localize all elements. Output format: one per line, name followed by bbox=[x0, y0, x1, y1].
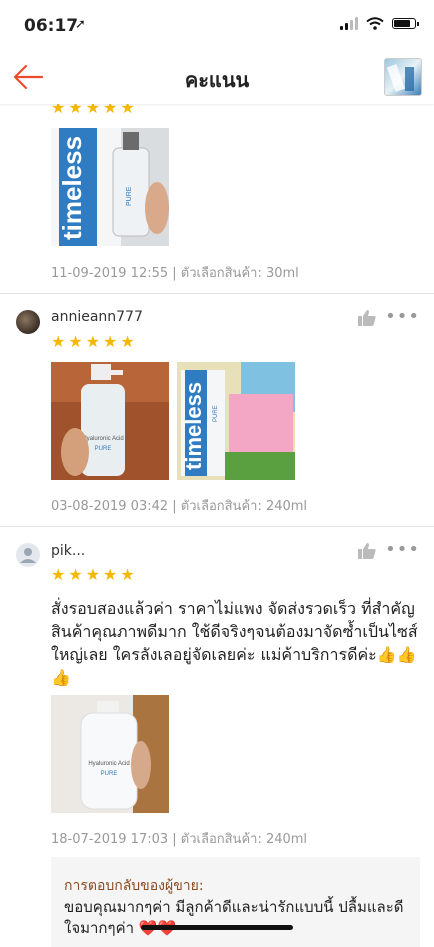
star-icon: ★ bbox=[51, 565, 66, 584]
reviewer-name[interactable]: pik... bbox=[51, 543, 85, 559]
star-icon: ★ bbox=[85, 332, 101, 351]
avatar[interactable] bbox=[16, 543, 40, 567]
photo-brand-text: timeless bbox=[181, 382, 206, 470]
rating-stars: ★ ★ ★ ★ ★ bbox=[51, 334, 135, 350]
seller-reply: การตอบกลับของผู้ขาย: ขอบคุณมากๆค่า มีลูก… bbox=[51, 857, 420, 947]
star-icon: ★ bbox=[68, 565, 83, 584]
status-icons bbox=[340, 17, 419, 30]
star-icon: ★ bbox=[103, 332, 118, 351]
reviewer-name[interactable]: annieann777 bbox=[51, 309, 143, 325]
review-photo[interactable]: Hyaluronic Acid PURE bbox=[51, 362, 169, 480]
star-icon: ★ bbox=[120, 332, 135, 351]
review-photo[interactable]: Hyaluronic Acid PURE bbox=[51, 695, 169, 813]
user-icon bbox=[20, 548, 36, 563]
product-thumbnail[interactable] bbox=[384, 58, 422, 96]
thumbs-up-icon[interactable] bbox=[358, 543, 376, 559]
divider bbox=[0, 293, 434, 294]
signal-icon bbox=[340, 17, 358, 30]
review-meta: 18-07-2019 17:03 | ตัวเลือกสินค้า: 240ml bbox=[51, 832, 308, 847]
photo-label-text: PURE bbox=[95, 446, 112, 452]
seller-reply-label: การตอบกลับของผู้ขาย: bbox=[64, 878, 204, 894]
more-options-icon[interactable]: ••• bbox=[385, 306, 420, 327]
status-bar: 06:17 ➚ bbox=[0, 0, 434, 50]
home-indicator[interactable] bbox=[141, 925, 293, 930]
rating-stars: ★ ★ ★ ★ ★ bbox=[51, 567, 135, 583]
battery-icon bbox=[392, 18, 419, 29]
wifi-icon bbox=[366, 17, 384, 30]
avatar[interactable] bbox=[16, 310, 40, 334]
review-meta: 11-09-2019 12:55 | ตัวเลือกสินค้า: 30ml bbox=[51, 266, 299, 281]
status-time: 06:17 bbox=[24, 16, 79, 36]
page-title: คะแนน bbox=[184, 68, 250, 92]
photo-label-text: Hyaluronic Acid bbox=[88, 761, 129, 767]
divider bbox=[0, 526, 434, 527]
star-icon: ★ bbox=[85, 565, 101, 584]
location-arrow-icon: ➚ bbox=[75, 17, 86, 32]
star-icon: ★ bbox=[120, 565, 135, 584]
app-bar: คะแนน bbox=[0, 50, 434, 104]
photo-label-text: PURE bbox=[101, 771, 118, 777]
star-icon: ★ bbox=[68, 332, 83, 351]
star-icon: ★ bbox=[51, 332, 66, 351]
more-options-icon[interactable]: ••• bbox=[385, 539, 420, 560]
seller-reply-text: ขอบคุณมากๆค่า มีลูกค้าดีและน่ารักแบบนี้ … bbox=[64, 898, 404, 937]
star-icon: ★ bbox=[103, 565, 118, 584]
photo-label-text: Hyaluronic Acid bbox=[82, 436, 123, 442]
photo-label-text: PURE bbox=[126, 186, 133, 206]
review-photo[interactable]: timeless PURE bbox=[51, 128, 169, 246]
review-photo[interactable]: timeless PURE bbox=[177, 362, 295, 480]
photo-label-text: PURE bbox=[213, 405, 219, 422]
thumbs-up-icon[interactable] bbox=[358, 310, 376, 326]
review-meta: 03-08-2019 03:42 | ตัวเลือกสินค้า: 240ml bbox=[51, 499, 308, 514]
review-comment: สั่งรอบสองแล้วค่า ราคาไม่แพง จัดส่งรวดเร… bbox=[51, 599, 418, 687]
photo-brand-text: timeless bbox=[57, 136, 87, 240]
